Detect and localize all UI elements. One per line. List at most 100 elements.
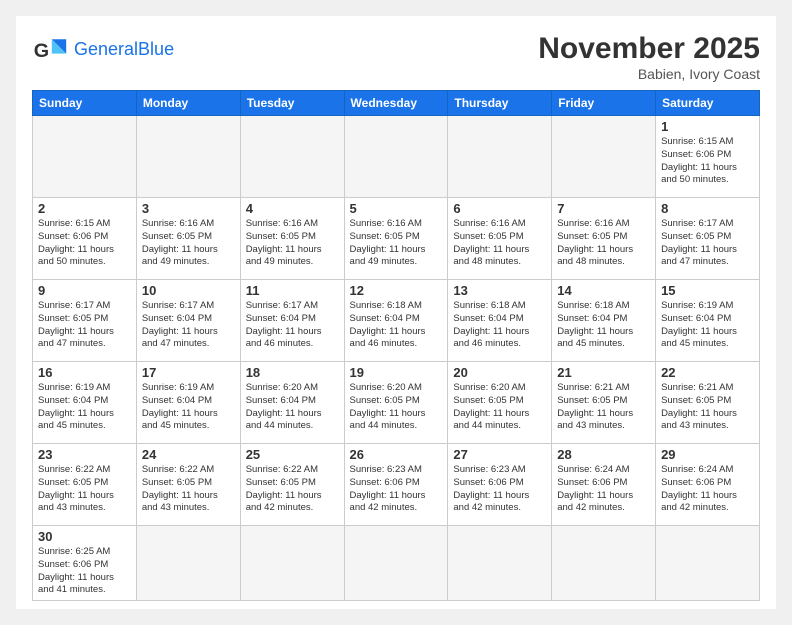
day-number: 25 bbox=[246, 447, 339, 462]
calendar-cell: 26Sunrise: 6:23 AMSunset: 6:06 PMDayligh… bbox=[344, 444, 448, 526]
calendar-cell bbox=[344, 116, 448, 198]
logo-icon: G bbox=[32, 32, 68, 68]
calendar-week-2: 9 Sunrise: 6:17 AMSunset: 6:05 PMDaylight… bbox=[33, 280, 760, 362]
calendar-cell: 28Sunrise: 6:24 AMSunset: 6:06 PMDayligh… bbox=[552, 444, 656, 526]
calendar-cell bbox=[240, 526, 344, 601]
day-number: 18 bbox=[246, 365, 339, 380]
day-info: Sunrise: 6:21 AMSunset: 6:05 PMDaylight:… bbox=[661, 382, 754, 433]
day-header-monday: Monday bbox=[136, 91, 240, 116]
day-number: 29 bbox=[661, 447, 754, 462]
day-info: Sunrise: 6:16 AMSunset: 6:05 PMDaylight:… bbox=[557, 218, 650, 269]
calendar-cell bbox=[344, 526, 448, 601]
calendar-cell: 18 Sunrise: 6:20 AMSunset: 6:04 PMDayligh… bbox=[240, 362, 344, 444]
day-header-wednesday: Wednesday bbox=[344, 91, 448, 116]
location: Babien, Ivory Coast bbox=[538, 66, 760, 82]
day-info: Sunrise: 6:15 AMSunset: 6:06 PMDaylight:… bbox=[38, 218, 131, 269]
calendar-cell: 10 Sunrise: 6:17 AMSunset: 6:04 PMDayligh… bbox=[136, 280, 240, 362]
day-number: 23 bbox=[38, 447, 131, 462]
day-info: Sunrise: 6:18 AMSunset: 6:04 PMDaylight:… bbox=[350, 300, 443, 351]
day-info: Sunrise: 6:19 AMSunset: 6:04 PMDaylight:… bbox=[142, 382, 235, 433]
day-number: 6 bbox=[453, 201, 546, 216]
calendar-cell: 17 Sunrise: 6:19 AMSunset: 6:04 PMDayligh… bbox=[136, 362, 240, 444]
calendar-cell: 6 Sunrise: 6:16 AMSunset: 6:05 PMDaylight… bbox=[448, 198, 552, 280]
day-info: Sunrise: 6:22 AMSunset: 6:05 PMDaylight:… bbox=[246, 464, 339, 515]
header: G GeneralBlue November 2025 Babien, Ivor… bbox=[32, 32, 760, 82]
day-number: 16 bbox=[38, 365, 131, 380]
day-number: 8 bbox=[661, 201, 754, 216]
day-info: Sunrise: 6:17 AMSunset: 6:04 PMDaylight:… bbox=[246, 300, 339, 351]
day-info: Sunrise: 6:20 AMSunset: 6:04 PMDaylight:… bbox=[246, 382, 339, 433]
calendar-cell bbox=[552, 116, 656, 198]
logo-text: GeneralBlue bbox=[74, 40, 174, 60]
calendar-cell: 13 Sunrise: 6:18 AMSunset: 6:04 PMDayligh… bbox=[448, 280, 552, 362]
day-header-friday: Friday bbox=[552, 91, 656, 116]
calendar-cell: 25 Sunrise: 6:22 AMSunset: 6:05 PMDayligh… bbox=[240, 444, 344, 526]
calendar-cell: 27 Sunrise: 6:23 AMSunset: 6:06 PMDayligh… bbox=[448, 444, 552, 526]
calendar-cell bbox=[448, 116, 552, 198]
day-number: 11 bbox=[246, 283, 339, 298]
calendar-cell: 5Sunrise: 6:16 AMSunset: 6:05 PMDaylight… bbox=[344, 198, 448, 280]
day-number: 12 bbox=[350, 283, 443, 298]
day-info: Sunrise: 6:21 AMSunset: 6:05 PMDaylight:… bbox=[557, 382, 650, 433]
day-info: Sunrise: 6:23 AMSunset: 6:06 PMDaylight:… bbox=[453, 464, 546, 515]
title-block: November 2025 Babien, Ivory Coast bbox=[538, 32, 760, 82]
day-number: 10 bbox=[142, 283, 235, 298]
day-number: 17 bbox=[142, 365, 235, 380]
calendar-week-1: 2 Sunrise: 6:15 AMSunset: 6:06 PMDaylight… bbox=[33, 198, 760, 280]
calendar-week-3: 16 Sunrise: 6:19 AMSunset: 6:04 PMDayligh… bbox=[33, 362, 760, 444]
day-header-thursday: Thursday bbox=[448, 91, 552, 116]
calendar-cell bbox=[136, 526, 240, 601]
day-info: Sunrise: 6:22 AMSunset: 6:05 PMDaylight:… bbox=[142, 464, 235, 515]
calendar-cell: 2 Sunrise: 6:15 AMSunset: 6:06 PMDaylight… bbox=[33, 198, 137, 280]
day-info: Sunrise: 6:16 AMSunset: 6:05 PMDaylight:… bbox=[350, 218, 443, 269]
svg-text:G: G bbox=[34, 40, 49, 62]
day-header-tuesday: Tuesday bbox=[240, 91, 344, 116]
calendar-cell: 3Sunrise: 6:16 AMSunset: 6:05 PMDaylight… bbox=[136, 198, 240, 280]
day-number: 21 bbox=[557, 365, 650, 380]
day-number: 2 bbox=[38, 201, 131, 216]
day-number: 7 bbox=[557, 201, 650, 216]
day-number: 15 bbox=[661, 283, 754, 298]
day-header-saturday: Saturday bbox=[656, 91, 760, 116]
day-info: Sunrise: 6:18 AMSunset: 6:04 PMDaylight:… bbox=[453, 300, 546, 351]
day-number: 27 bbox=[453, 447, 546, 462]
calendar-cell: 30Sunrise: 6:25 AMSunset: 6:06 PMDayligh… bbox=[33, 526, 137, 601]
day-info: Sunrise: 6:15 AMSunset: 6:06 PMDaylight:… bbox=[661, 136, 754, 187]
day-info: Sunrise: 6:17 AMSunset: 6:04 PMDaylight:… bbox=[142, 300, 235, 351]
day-header-sunday: Sunday bbox=[33, 91, 137, 116]
calendar-cell: 14 Sunrise: 6:18 AMSunset: 6:04 PMDayligh… bbox=[552, 280, 656, 362]
calendar-cell: 1 Sunrise: 6:15 AMSunset: 6:06 PMDaylight… bbox=[656, 116, 760, 198]
day-info: Sunrise: 6:20 AMSunset: 6:05 PMDaylight:… bbox=[453, 382, 546, 433]
day-info: Sunrise: 6:23 AMSunset: 6:06 PMDaylight:… bbox=[350, 464, 443, 515]
day-info: Sunrise: 6:17 AMSunset: 6:05 PMDaylight:… bbox=[38, 300, 131, 351]
calendar-week-5: 30Sunrise: 6:25 AMSunset: 6:06 PMDayligh… bbox=[33, 526, 760, 601]
calendar-cell: 4Sunrise: 6:16 AMSunset: 6:05 PMDaylight… bbox=[240, 198, 344, 280]
day-number: 19 bbox=[350, 365, 443, 380]
day-number: 20 bbox=[453, 365, 546, 380]
day-number: 14 bbox=[557, 283, 650, 298]
day-info: Sunrise: 6:24 AMSunset: 6:06 PMDaylight:… bbox=[557, 464, 650, 515]
day-number: 13 bbox=[453, 283, 546, 298]
day-info: Sunrise: 6:24 AMSunset: 6:06 PMDaylight:… bbox=[661, 464, 754, 515]
day-info: Sunrise: 6:20 AMSunset: 6:05 PMDaylight:… bbox=[350, 382, 443, 433]
day-number: 9 bbox=[38, 283, 131, 298]
day-info: Sunrise: 6:19 AMSunset: 6:04 PMDaylight:… bbox=[38, 382, 131, 433]
calendar-cell: 12 Sunrise: 6:18 AMSunset: 6:04 PMDayligh… bbox=[344, 280, 448, 362]
calendar-cell: 19 Sunrise: 6:20 AMSunset: 6:05 PMDayligh… bbox=[344, 362, 448, 444]
calendar-cell bbox=[552, 526, 656, 601]
day-info: Sunrise: 6:16 AMSunset: 6:05 PMDaylight:… bbox=[453, 218, 546, 269]
calendar-cell: 24 Sunrise: 6:22 AMSunset: 6:05 PMDayligh… bbox=[136, 444, 240, 526]
calendar-cell: 9 Sunrise: 6:17 AMSunset: 6:05 PMDaylight… bbox=[33, 280, 137, 362]
calendar-cell: 16 Sunrise: 6:19 AMSunset: 6:04 PMDayligh… bbox=[33, 362, 137, 444]
calendar-cell: 22Sunrise: 6:21 AMSunset: 6:05 PMDayligh… bbox=[656, 362, 760, 444]
day-number: 3 bbox=[142, 201, 235, 216]
page: G GeneralBlue November 2025 Babien, Ivor… bbox=[16, 16, 776, 609]
day-number: 1 bbox=[661, 119, 754, 134]
calendar-cell: 21 Sunrise: 6:21 AMSunset: 6:05 PMDayligh… bbox=[552, 362, 656, 444]
calendar-cell: 29 Sunrise: 6:24 AMSunset: 6:06 PMDayligh… bbox=[656, 444, 760, 526]
day-number: 24 bbox=[142, 447, 235, 462]
calendar-week-0: 1 Sunrise: 6:15 AMSunset: 6:06 PMDaylight… bbox=[33, 116, 760, 198]
calendar-cell bbox=[240, 116, 344, 198]
day-info: Sunrise: 6:18 AMSunset: 6:04 PMDaylight:… bbox=[557, 300, 650, 351]
calendar-header-row: SundayMondayTuesdayWednesdayThursdayFrid… bbox=[33, 91, 760, 116]
